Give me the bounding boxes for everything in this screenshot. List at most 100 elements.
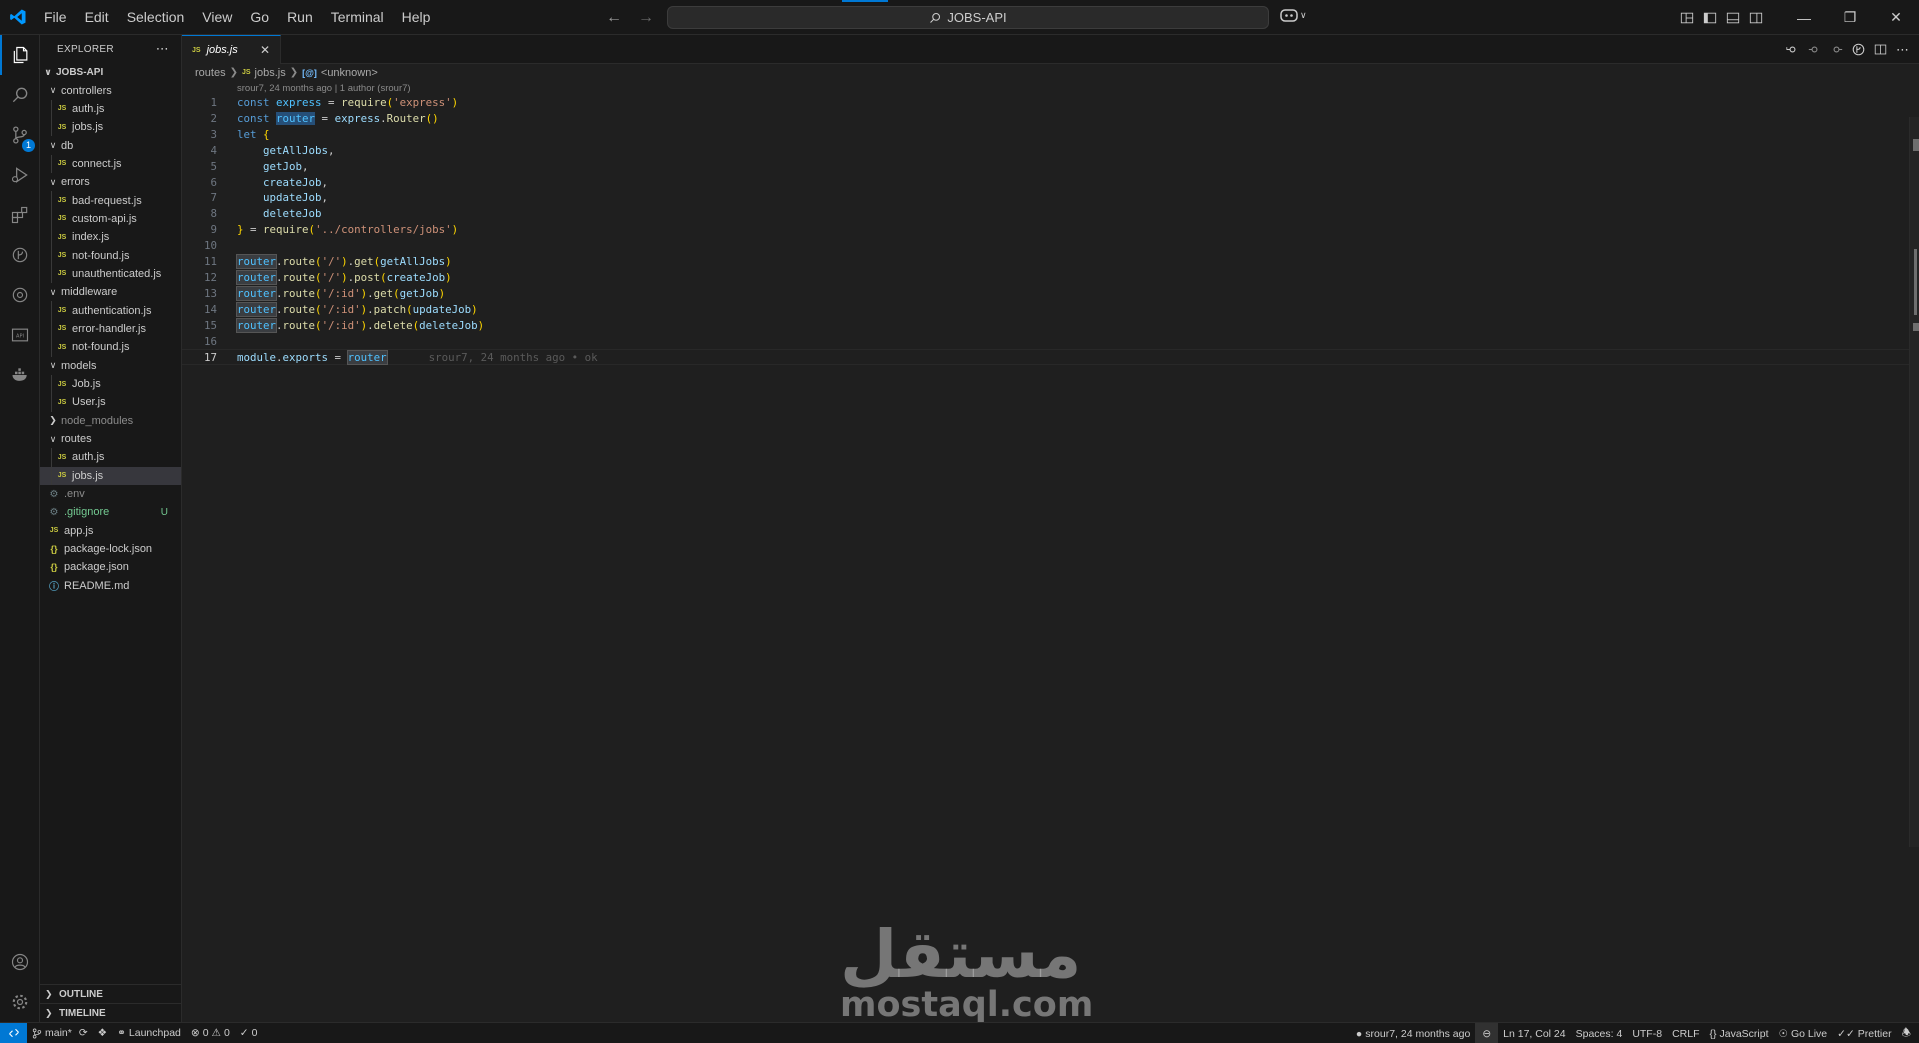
tree-file[interactable]: ⚙ .env [40, 485, 181, 503]
tree-file[interactable]: {} package.json [40, 558, 181, 576]
more-actions-icon[interactable]: ⋯ [1896, 42, 1909, 58]
menu-go[interactable]: Go [241, 0, 278, 35]
split-editor-icon[interactable] [1874, 43, 1887, 56]
forward-arrow-icon[interactable]: → [638, 9, 654, 27]
blame-codelens[interactable]: srour7, 24 months ago | 1 author (srour7… [237, 83, 411, 94]
tree-folder[interactable]: ∨ errors [40, 173, 181, 191]
vertical-scrollbar[interactable] [1909, 117, 1919, 847]
tree-folder[interactable]: ❯ node_modules [40, 412, 181, 430]
menu-terminal[interactable]: Terminal [322, 0, 393, 35]
sync-icon[interactable]: ⟳ [79, 1027, 88, 1039]
tree-file[interactable]: JS User.js [40, 393, 181, 412]
tree-file[interactable]: JS authentication.js [40, 301, 181, 320]
tree-file[interactable]: ⚙ .gitignore U [40, 503, 181, 521]
search-icon[interactable] [0, 75, 40, 115]
remote-indicator-button[interactable] [0, 1022, 27, 1043]
tree-file[interactable]: JS not-found.js [40, 338, 181, 357]
menu-file[interactable]: File [35, 0, 76, 35]
menu-edit[interactable]: Edit [76, 0, 118, 35]
go-live-button[interactable]: ☉ Go Live [1774, 1023, 1833, 1043]
breadcrumb-folder[interactable]: routes [195, 67, 226, 79]
tree-file[interactable]: JS index.js [40, 228, 181, 247]
ports-status[interactable]: ✓ 0 [235, 1023, 263, 1043]
tree-root-jobs-api[interactable]: ∨ JOBS-API [40, 63, 181, 81]
zoom-status[interactable]: ⊖ [1475, 1023, 1499, 1043]
tree-file[interactable]: JS not-found.js [40, 246, 181, 265]
timeline-pane-header[interactable]: ❯ TIMELINE [40, 1003, 182, 1022]
tab-jobs-js[interactable]: JS jobs.js ✕ [182, 35, 281, 64]
menu-view[interactable]: View [193, 0, 241, 35]
branch-status[interactable]: main* ⟳ [27, 1023, 93, 1043]
chevron-down-icon: ∨ [44, 66, 52, 77]
previous-change-icon[interactable] [1808, 43, 1821, 56]
javascript-file-icon: JS [57, 325, 67, 333]
blame-status[interactable]: ● srour7, 24 months ago [1351, 1023, 1475, 1043]
toggle-panel-icon[interactable] [1726, 11, 1740, 25]
back-arrow-icon[interactable]: ← [606, 9, 622, 27]
encoding-status[interactable]: UTF-8 [1627, 1023, 1667, 1043]
eol-status[interactable]: CRLF [1667, 1023, 1704, 1043]
git-lens-icon[interactable] [1852, 43, 1865, 56]
cursor-position[interactable]: Ln 17, Col 24 [1498, 1023, 1570, 1043]
minimize-button[interactable]: — [1781, 0, 1827, 35]
tree-file[interactable]: ⓘ README.md [40, 577, 181, 595]
command-center-search[interactable]: JOBS-API [667, 6, 1269, 29]
notifications-button[interactable]: 🕭 [1897, 1023, 1919, 1043]
tree-file[interactable]: JS jobs.js [40, 118, 181, 137]
javascript-file-icon: JS [57, 197, 67, 205]
javascript-file-icon: JS [57, 453, 67, 461]
toggle-secondary-sidebar-icon[interactable] [1749, 11, 1763, 25]
git-graph-status[interactable]: ❖ [93, 1023, 112, 1043]
launchpad-status[interactable]: ⚭ Launchpad [112, 1023, 186, 1043]
tree-folder[interactable]: ∨ models [40, 357, 181, 375]
tree-file[interactable]: JS app.js [40, 522, 181, 540]
close-window-button[interactable]: ✕ [1873, 0, 1919, 35]
tree-file[interactable]: {} package-lock.json [40, 540, 181, 558]
extensions-icon[interactable] [0, 195, 40, 235]
restore-button[interactable]: ❐ [1827, 0, 1873, 35]
tree-folder[interactable]: ∨ middleware [40, 283, 181, 301]
explorer-header: EXPLORER ⋯ [40, 35, 181, 63]
tree-file[interactable]: JS unauthenticated.js [40, 264, 181, 284]
git-graph-icon[interactable] [0, 235, 40, 275]
tree-file[interactable]: JS bad-request.js [40, 191, 181, 210]
problems-status[interactable]: ⊗ 0 ⚠ 0 [186, 1023, 235, 1043]
tree-file[interactable]: JS connect.js [40, 154, 181, 174]
tree-file[interactable]: JS auth.js [40, 448, 181, 467]
explorer-icon[interactable] [0, 35, 40, 75]
menu-help[interactable]: Help [393, 0, 440, 35]
customize-layout-icon[interactable] [1680, 11, 1694, 25]
more-actions-icon[interactable]: ⋯ [156, 41, 169, 57]
tree-folder[interactable]: ∨ routes [40, 430, 181, 448]
tree-file[interactable]: JS error-handler.js [40, 319, 181, 339]
breadcrumb-file[interactable]: jobs.js [255, 67, 286, 79]
outline-pane-header[interactable]: ❯ OUTLINE [40, 984, 182, 1003]
close-tab-icon[interactable]: ✕ [260, 43, 270, 57]
tree-file[interactable]: JS custom-api.js [40, 209, 181, 229]
tree-folder[interactable]: ∨ controllers [40, 81, 181, 99]
docker-icon[interactable] [0, 355, 40, 395]
tree-file[interactable]: JS auth.js [40, 99, 181, 119]
vscode-logo-icon[interactable] [0, 0, 35, 35]
indentation-status[interactable]: Spaces: 4 [1571, 1023, 1628, 1043]
accounts-icon[interactable] [0, 942, 40, 982]
tree-file[interactable]: JS Job.js [40, 374, 181, 394]
svg-text:API: API [16, 334, 24, 340]
title-bar: File Edit Selection View Go Run Terminal… [0, 0, 1919, 35]
language-mode[interactable]: {} JavaScript [1704, 1023, 1773, 1043]
breadcrumb-symbol[interactable]: <unknown> [321, 67, 378, 79]
next-change-icon[interactable] [1830, 43, 1843, 56]
open-changes-icon[interactable] [1786, 43, 1799, 56]
menu-run[interactable]: Run [278, 0, 322, 35]
toggle-primary-sidebar-icon[interactable] [1703, 11, 1717, 25]
copilot-menu-button[interactable]: ∨ [1280, 8, 1307, 22]
remote-explorer-icon[interactable] [0, 275, 40, 315]
manage-gear-icon[interactable] [0, 982, 40, 1022]
source-control-icon[interactable]: 1 [0, 115, 40, 155]
run-debug-icon[interactable] [0, 155, 40, 195]
tree-folder[interactable]: ∨ db [40, 136, 181, 154]
tree-file[interactable]: JS jobs.js [40, 466, 181, 485]
api-client-icon[interactable]: API [0, 315, 40, 355]
menu-selection[interactable]: Selection [118, 0, 194, 35]
prettier-status[interactable]: ✓✓ Prettier [1832, 1023, 1896, 1043]
